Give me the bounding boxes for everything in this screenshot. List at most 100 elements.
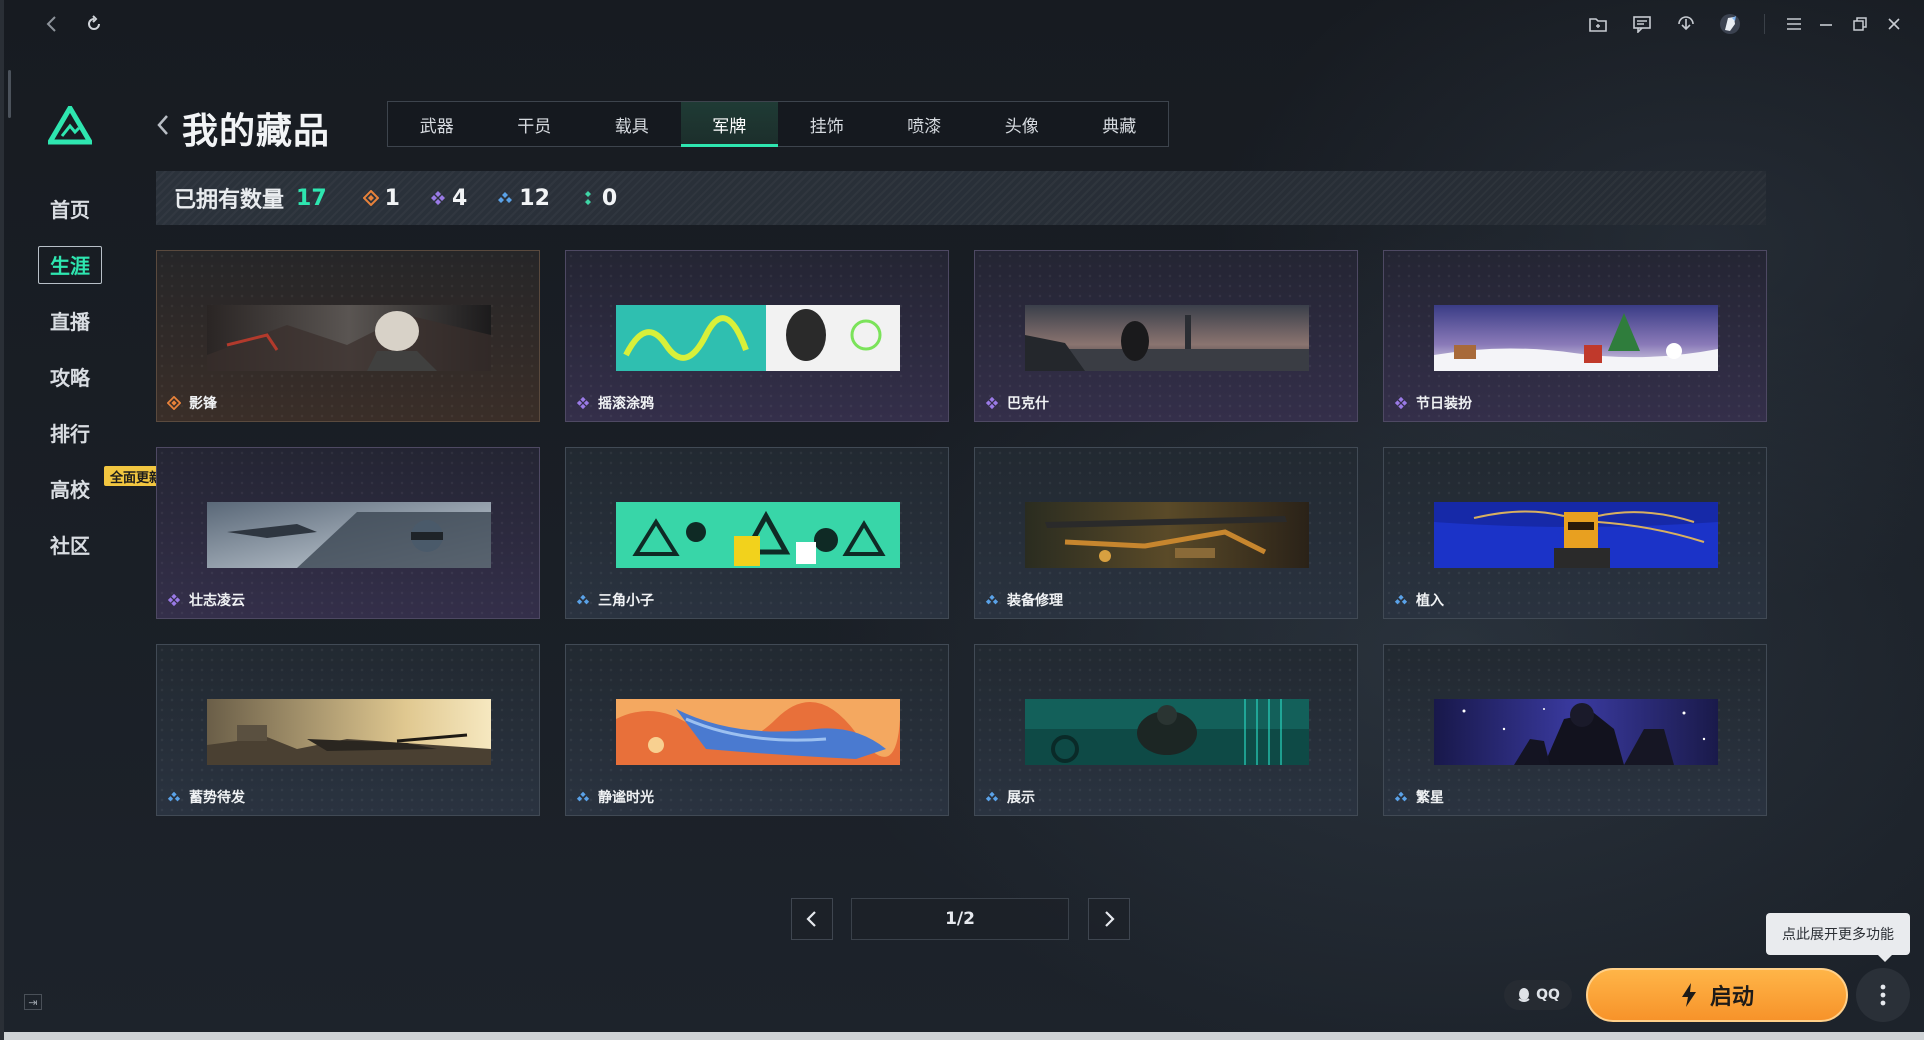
dogtag-card[interactable]: 节日装扮 <box>1383 250 1767 422</box>
dogtag-name: 影锋 <box>189 396 217 412</box>
sidebar-item-label: 攻略 <box>50 365 90 390</box>
close-icon[interactable] <box>1880 10 1908 38</box>
next-page-button[interactable] <box>1088 898 1130 940</box>
page-indicator: 1/2 <box>851 898 1069 940</box>
qq-button[interactable]: QQ <box>1504 980 1572 1010</box>
rare-gem-icon <box>576 594 590 605</box>
rarity-legend-count: 1 <box>362 185 400 211</box>
owned-label: 已拥有数量 <box>174 188 285 213</box>
dogtag-name: 装备修理 <box>1007 593 1063 609</box>
epic-gem-icon <box>985 396 999 410</box>
dogtag-banner-image <box>616 502 900 568</box>
dogtag-card[interactable]: 壮志凌云 <box>156 447 540 619</box>
sidebar-item-label: 高校 <box>50 477 90 502</box>
tab-vehicles[interactable]: 载具 <box>583 102 681 146</box>
sidebar-item-community[interactable]: 社区 <box>36 526 132 562</box>
dogtag-banner-image <box>1025 502 1309 568</box>
prev-page-button[interactable] <box>791 898 833 940</box>
rare-gem-icon <box>985 791 999 802</box>
dogtag-card[interactable]: 装备修理 <box>974 447 1358 619</box>
dogtag-card[interactable]: 摇滚涂鸦 <box>565 250 949 422</box>
epic-count: 4 <box>451 185 468 211</box>
rarity-epic-count: 4 <box>430 186 467 211</box>
download-icon[interactable] <box>1672 10 1700 38</box>
dogtag-card[interactable]: 植入 <box>1383 447 1767 619</box>
tab-sprays[interactable]: 喷漆 <box>876 102 974 146</box>
refresh-icon[interactable] <box>80 10 108 38</box>
dogtag-banner-image <box>207 502 491 568</box>
back-icon[interactable] <box>38 10 66 38</box>
minimize-icon[interactable] <box>1812 10 1840 38</box>
dogtag-name: 静谧时光 <box>598 790 654 806</box>
legend-gem-icon <box>167 396 181 410</box>
app-logo-icon <box>45 103 95 146</box>
qq-label: QQ <box>1536 987 1560 1003</box>
rare-gem-icon <box>985 594 999 605</box>
dogtag-banner-image <box>1434 502 1718 568</box>
dogtag-name: 摇滚涂鸦 <box>598 396 654 412</box>
common-gem-icon <box>584 191 591 205</box>
page-title: 我的藏品 <box>182 111 331 152</box>
dogtag-banner-image <box>207 305 491 371</box>
tab-operators[interactable]: 干员 <box>486 102 584 146</box>
rare-count: 12 <box>519 185 550 211</box>
category-tabs: 武器 干员 载具 军牌 挂饰 喷漆 头像 典藏 <box>387 101 1169 147</box>
sidebar-item-career[interactable]: 生涯 <box>36 246 132 284</box>
epic-gem-icon <box>576 396 590 410</box>
sidebar-item-label: 社区 <box>50 533 90 558</box>
dogtag-card[interactable]: 静谧时光 <box>565 644 949 816</box>
scrollbar-thumb[interactable] <box>8 70 11 118</box>
more-features-tooltip: 点此展开更多功能 <box>1766 913 1910 962</box>
dogtag-grid: 影锋 摇滚涂鸦 巴克什 节日装扮 壮志凌云 三角小子 装备修理 植入 蓄势待发 … <box>156 250 1768 816</box>
tab-dogtags[interactable]: 军牌 <box>680 102 778 147</box>
chevron-left-icon <box>806 911 816 927</box>
sidebar-item-home[interactable]: 首页 <box>36 190 132 226</box>
dogtag-name: 展示 <box>1007 790 1035 806</box>
tab-charms[interactable]: 挂饰 <box>778 102 876 146</box>
launch-button[interactable]: 启动 <box>1586 968 1848 1022</box>
rare-gem-icon <box>576 791 590 802</box>
sidebar-item-ranking[interactable]: 排行 <box>36 414 132 450</box>
chevron-right-icon <box>1105 911 1115 927</box>
sidebar-item-label: 首页 <box>50 197 90 222</box>
top-bar <box>4 0 1924 48</box>
dogtag-card[interactable]: 蓄势待发 <box>156 644 540 816</box>
tab-weapons[interactable]: 武器 <box>388 102 486 146</box>
sidebar-item-label: 生涯 <box>50 253 90 278</box>
folder-icon[interactable] <box>1584 10 1612 38</box>
dogtag-banner-image <box>1025 699 1309 765</box>
dogtag-card[interactable]: 巴克什 <box>974 250 1358 422</box>
dogtag-banner-image <box>1434 305 1718 371</box>
avatar-icon[interactable] <box>1716 10 1744 38</box>
epic-gem-icon <box>1394 396 1408 410</box>
dogtag-card[interactable]: 展示 <box>974 644 1358 816</box>
menu-icon[interactable] <box>1780 10 1808 38</box>
sidebar-item-label: 直播 <box>50 309 90 334</box>
dogtag-name: 节日装扮 <box>1416 396 1472 412</box>
rare-gem-icon <box>498 192 513 203</box>
dogtag-card[interactable]: 繁星 <box>1383 644 1767 816</box>
message-icon[interactable] <box>1628 10 1656 38</box>
qq-penguin-icon <box>1518 988 1530 1002</box>
tab-collection[interactable]: 典藏 <box>1071 102 1169 146</box>
back-chevron-icon[interactable] <box>154 112 172 138</box>
more-options-button[interactable] <box>1856 968 1910 1022</box>
dogtag-banner-image <box>1434 699 1718 765</box>
dogtag-name: 蓄势待发 <box>189 790 245 806</box>
dogtag-card[interactable]: 三角小子 <box>565 447 949 619</box>
dogtag-name: 三角小子 <box>598 593 654 609</box>
vertical-dots-icon <box>1880 984 1886 1006</box>
dogtag-name: 植入 <box>1416 593 1444 609</box>
restore-icon[interactable] <box>1846 10 1874 38</box>
tab-avatars[interactable]: 头像 <box>973 102 1071 146</box>
sidebar-item-live[interactable]: 直播 <box>36 302 132 338</box>
dogtag-name: 繁星 <box>1416 790 1444 806</box>
legend-count: 1 <box>384 185 400 211</box>
owned-count: 17 <box>296 185 327 211</box>
window-bottom-edge <box>4 1032 1924 1040</box>
sidebar-item-guides[interactable]: 攻略 <box>36 358 132 394</box>
dogtag-card[interactable]: 影锋 <box>156 250 540 422</box>
lightning-icon <box>1681 983 1696 1007</box>
dogtag-name: 壮志凌云 <box>189 593 245 609</box>
collapse-sidebar-icon[interactable]: ⇥ <box>24 994 42 1010</box>
